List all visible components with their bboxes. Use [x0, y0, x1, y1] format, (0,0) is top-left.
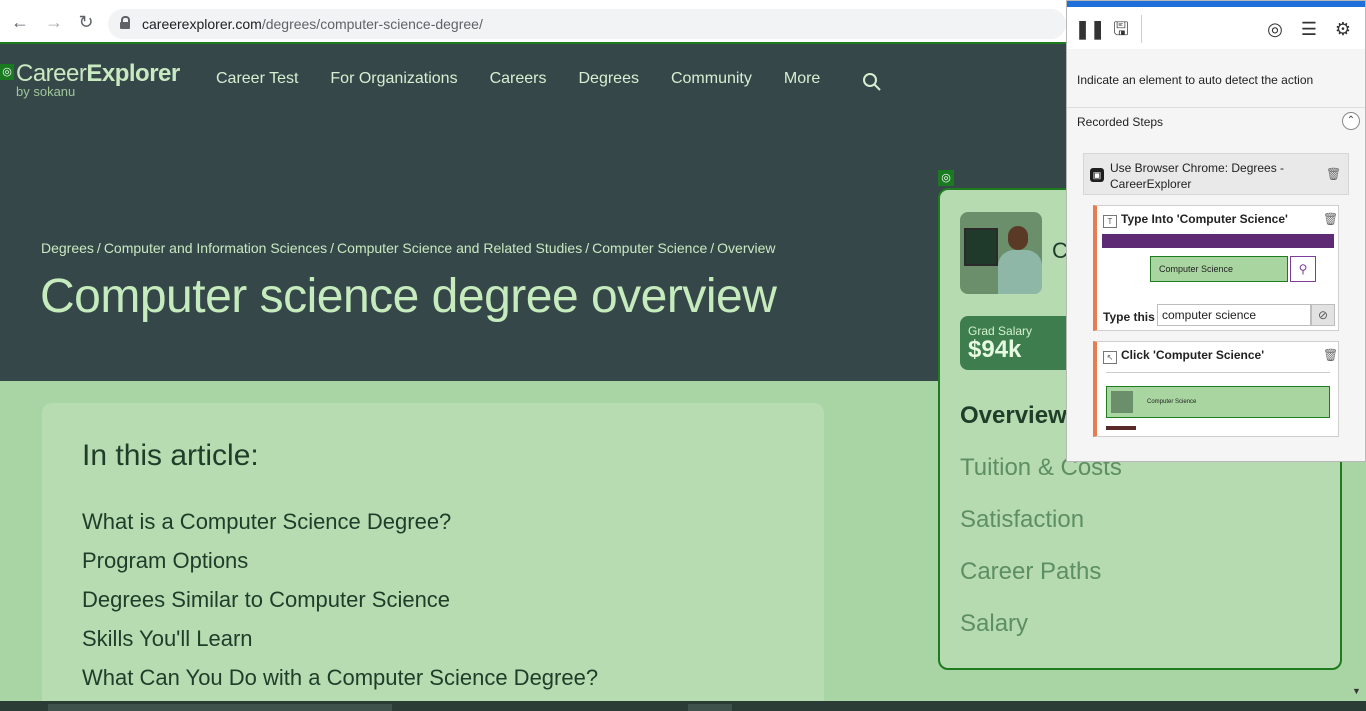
step-click[interactable]: ↖ Click 'Computer Science' 🗑 Computer Sci…: [1093, 341, 1339, 437]
degree-photo: [960, 212, 1042, 294]
salary-value: $94k: [968, 336, 1022, 363]
step-title: Use Browser Chrome: Degrees - CareerExpl…: [1110, 161, 1285, 191]
trash-icon[interactable]: 🗑: [1323, 212, 1338, 226]
eye-off-icon[interactable]: ⊘: [1311, 304, 1335, 326]
logo-explorer: Explorer: [86, 60, 180, 87]
type-this-label: Type this: [1103, 310, 1155, 324]
divider: [1067, 107, 1365, 108]
recorder-target-icon: ◎: [938, 170, 954, 186]
toc-title: In this article:: [82, 439, 259, 472]
recorder-panel: ❚❚ 🖫 ◎ ☰ ⚙ Indicate an element to auto d…: [1066, 0, 1366, 462]
search-icon[interactable]: [862, 72, 882, 92]
preview-row-text: Computer Science: [1147, 399, 1197, 405]
toc-item-what-can-you-do[interactable]: What Can You Do with a Computer Science …: [82, 665, 598, 704]
gear-icon[interactable]: ⚙: [1331, 17, 1355, 41]
taskbar: [0, 701, 1366, 711]
toolbar-divider: [1141, 15, 1142, 43]
checklist-icon[interactable]: ☰: [1297, 17, 1321, 41]
sidebar-link-salary[interactable]: Salary: [960, 610, 1122, 662]
click-icon: ↖: [1103, 351, 1117, 364]
forward-arrow-icon[interactable]: →: [42, 10, 66, 34]
nav-for-organizations[interactable]: For Organizations: [330, 70, 457, 88]
url-path: /degrees/computer-science-degree/: [261, 16, 483, 32]
scroll-down-arrow-icon[interactable]: ▼: [1352, 686, 1361, 696]
step-browser-chrome[interactable]: ▣ Use Browser Chrome: Degrees - CareerEx…: [1083, 153, 1349, 195]
browser-icon: ▣: [1090, 168, 1104, 182]
sidebar-link-satisfaction[interactable]: Satisfaction: [960, 506, 1122, 558]
lock-icon: [120, 16, 130, 29]
reload-icon[interactable]: ↻: [74, 10, 98, 34]
trash-icon[interactable]: 🗑: [1326, 167, 1341, 181]
search-icon: ⚲: [1290, 256, 1316, 282]
main-nav: Career Test For Organizations Careers De…: [216, 70, 820, 88]
breadcrumb-degrees[interactable]: Degrees: [41, 240, 94, 256]
toc-item-similar-degrees[interactable]: Degrees Similar to Computer Science: [82, 587, 598, 626]
chevron-up-icon[interactable]: ⌃: [1342, 112, 1360, 130]
breadcrumb-cs-related-studies[interactable]: Computer Science and Related Studies: [337, 240, 582, 256]
nav-degrees[interactable]: Degrees: [578, 70, 638, 88]
sidebar-link-career-paths[interactable]: Career Paths: [960, 558, 1122, 610]
article-toc-card: In this article: What is a Computer Scie…: [42, 403, 824, 711]
type-this-input[interactable]: [1157, 304, 1311, 326]
nav-careers[interactable]: Careers: [490, 70, 547, 88]
url-domain: careerexplorer.com: [142, 16, 262, 32]
site-logo[interactable]: CareerExplorer by sokanu: [16, 60, 180, 99]
page-title: Computer science degree overview: [40, 270, 777, 323]
target-icon[interactable]: ◎: [1263, 17, 1287, 41]
breadcrumb: Degrees / Computer and Information Science…: [41, 240, 776, 256]
preview-field-text: Computer Science: [1159, 264, 1234, 274]
url-text[interactable]: careerexplorer.com/degrees/computer-scie…: [142, 16, 483, 32]
recorder-hint: Indicate an element to auto detect the a…: [1077, 73, 1314, 87]
breadcrumb-overview[interactable]: Overview: [717, 240, 775, 256]
salary-badge: Grad Salary $94k: [960, 316, 1080, 370]
step-screenshot-preview: Computer Science ⚲: [1102, 234, 1334, 296]
breadcrumb-computer-information-sciences[interactable]: Computer and Information Sciences: [104, 240, 327, 256]
toc-item-skills[interactable]: Skills You'll Learn: [82, 626, 598, 665]
nav-community[interactable]: Community: [671, 70, 752, 88]
recorder-toolbar: ❚❚ 🖫 ◎ ☰ ⚙: [1067, 7, 1365, 49]
logo-career: Career: [16, 60, 87, 87]
toc-item-what-is[interactable]: What is a Computer Science Degree?: [82, 509, 598, 548]
breadcrumb-computer-science[interactable]: Computer Science: [592, 240, 707, 256]
recorder-target-icon: ◎: [0, 64, 14, 80]
back-arrow-icon[interactable]: ←: [8, 10, 32, 34]
address-bar[interactable]: careerexplorer.com/degrees/computer-scie…: [108, 9, 1066, 39]
type-into-icon: T: [1103, 215, 1117, 228]
step-screenshot-preview: Computer Science: [1102, 368, 1334, 430]
toc-item-program-options[interactable]: Program Options: [82, 548, 598, 587]
nav-career-test[interactable]: Career Test: [216, 70, 298, 88]
trash-icon[interactable]: 🗑: [1323, 348, 1338, 362]
recorded-steps-title: Recorded Steps: [1077, 115, 1164, 129]
save-icon[interactable]: 🖫: [1109, 17, 1133, 41]
toc-list: What is a Computer Science Degree? Progr…: [82, 509, 598, 704]
step-title: Type Into 'Computer Science': [1121, 212, 1288, 226]
step-title: Click 'Computer Science': [1121, 348, 1265, 362]
step-type-into[interactable]: T Type Into 'Computer Science' 🗑 Computer…: [1093, 205, 1339, 331]
pause-icon[interactable]: ❚❚: [1075, 17, 1105, 41]
nav-more[interactable]: More: [784, 70, 820, 88]
